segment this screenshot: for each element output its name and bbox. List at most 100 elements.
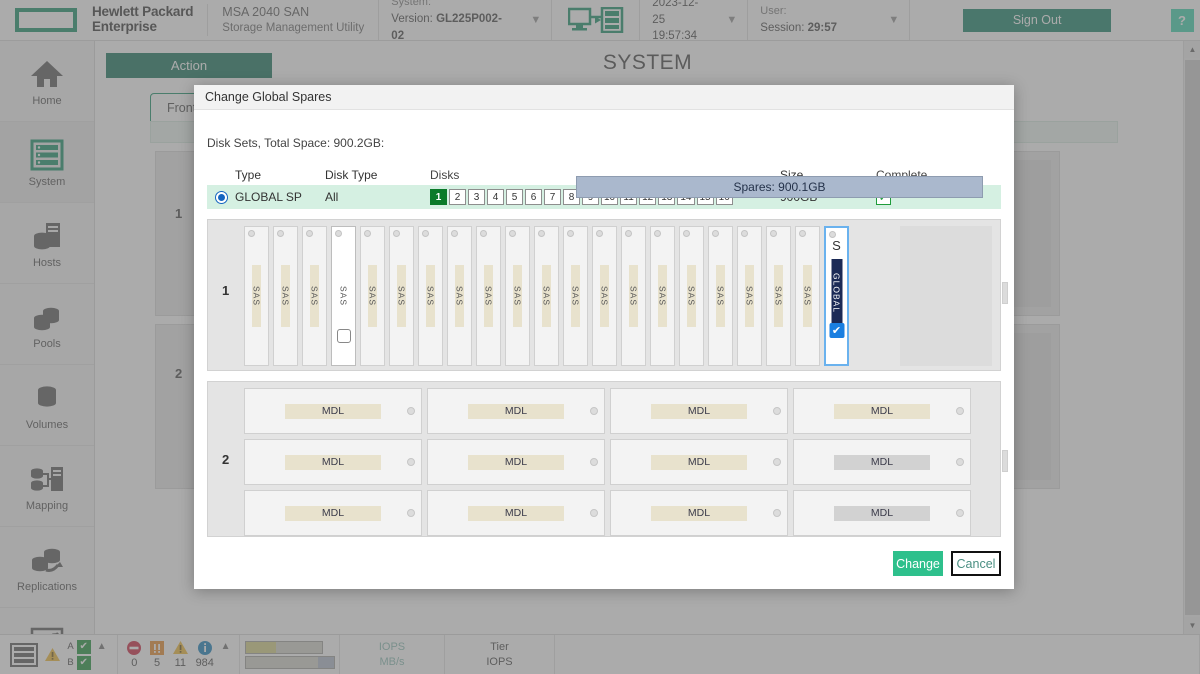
drive-slot-10[interactable]: SAS	[505, 226, 530, 366]
radio-selected-icon[interactable]	[214, 190, 228, 204]
drive-slot-mdl-2-1[interactable]: MDL	[244, 439, 422, 485]
disk-chip-5[interactable]: 5	[506, 189, 523, 205]
event-info[interactable]: 984	[196, 640, 214, 669]
drive-slot-8[interactable]: SAS	[447, 226, 472, 366]
drive-type-label: SAS	[338, 285, 349, 306]
sidebar-item-home[interactable]: Home	[0, 41, 94, 122]
drive-slot-mdl-3-4[interactable]: MDL	[793, 490, 971, 536]
drive-type-label: SAS	[541, 285, 552, 306]
sidebar-item-system[interactable]: System	[0, 122, 94, 203]
drive-led-icon	[799, 230, 806, 237]
chevron-down-icon[interactable]: ▼	[710, 14, 737, 26]
capacity-cell[interactable]	[240, 635, 340, 674]
drive-slot-mdl-1-2[interactable]: MDL	[427, 388, 605, 434]
scrollbar-thumb[interactable]	[1185, 60, 1200, 615]
sidebar-item-replications[interactable]: Replications	[0, 527, 94, 608]
scroll-up-icon[interactable]: ▲	[1184, 41, 1200, 58]
drive-slot-9[interactable]: SAS	[476, 226, 501, 366]
drive-spare-checkbox[interactable]: ✔	[829, 323, 844, 338]
page-scrollbar[interactable]: ▲ ▼	[1183, 41, 1200, 634]
disk-chip-6[interactable]: 6	[525, 189, 542, 205]
drive-slot-20[interactable]: SAS	[795, 226, 820, 366]
sidebar-item-mapping[interactable]: Mapping	[0, 446, 94, 527]
help-icon[interactable]: ?	[1170, 8, 1194, 32]
sign-out-button[interactable]: Sign Out	[963, 8, 1112, 32]
datetime-dropdown[interactable]: 2023-12-25 19:57:34 ▼	[639, 0, 747, 42]
dialog-footer: Change Cancel	[893, 551, 1001, 576]
drive-slot-mdl-3-2[interactable]: MDL	[427, 490, 605, 536]
controller-status-cell[interactable]: A ✔ B ✔ ▲	[0, 635, 118, 674]
drive-slot-2[interactable]: SAS	[273, 226, 298, 366]
event-caution[interactable]: 11	[172, 640, 189, 669]
drive-led-icon	[480, 230, 487, 237]
drive-led-icon	[773, 407, 781, 415]
sidebar-item-volumes[interactable]: Volumes	[0, 365, 94, 446]
change-button[interactable]: Change	[893, 551, 943, 576]
drive-slot-12[interactable]: SAS	[563, 226, 588, 366]
drive-slot-mdl-3-3[interactable]: MDL	[610, 490, 788, 536]
tier-label-line2: IOPS	[486, 655, 513, 668]
capacity-used-a	[245, 641, 276, 653]
drive-slot-21[interactable]: S GLOBAL ✔	[824, 226, 849, 366]
drive-slot-mdl-1-1[interactable]: MDL	[244, 388, 422, 434]
drive-slot-mdl-1-4[interactable]: MDL	[793, 388, 971, 434]
drive-type-bar: MDL	[285, 505, 381, 521]
chevron-up-icon[interactable]: ▲	[221, 641, 231, 652]
drive-led-icon	[306, 230, 313, 237]
sidebar-item-pools[interactable]: Pools	[0, 284, 94, 365]
enclosure-2: 2 MDL MDL MDL MDL MDL MDL MDL MDL MDL MDL MDL MDL	[207, 381, 1008, 537]
drive-slot-1[interactable]: SAS	[244, 226, 269, 366]
disk-chip-2[interactable]: 2	[449, 189, 466, 205]
drive-slot-15[interactable]: SAS	[650, 226, 675, 366]
chevron-up-icon[interactable]: ▲	[97, 641, 107, 652]
chevron-down-icon[interactable]: ▼	[872, 14, 899, 26]
drive-slot-19[interactable]: SAS	[766, 226, 791, 366]
disk-chip-1[interactable]: 1	[430, 189, 447, 205]
drive-slot-11[interactable]: SAS	[534, 226, 559, 366]
drive-slot-mdl-2-3[interactable]: MDL	[610, 439, 788, 485]
drive-slot-18[interactable]: SAS	[737, 226, 762, 366]
sidebar-item-hosts[interactable]: Hosts	[0, 203, 94, 284]
drive-slot-mdl-2-4[interactable]: MDL	[793, 439, 971, 485]
scroll-down-icon[interactable]: ▼	[1184, 617, 1200, 634]
enclosure-1-empty-area	[900, 226, 992, 366]
drive-slot-7[interactable]: SAS	[418, 226, 443, 366]
drive-slot-mdl-3-1[interactable]: MDL	[244, 490, 422, 536]
event-counts-cell[interactable]: 0 5 11 984 ▲	[118, 635, 240, 674]
drive-type-label: SAS	[570, 285, 581, 306]
disk-sets-row: Disk Sets, Total Space: 900.2GB:	[207, 132, 1001, 154]
drive-slot-14[interactable]: SAS	[621, 226, 646, 366]
chevron-down-icon[interactable]: ▼	[514, 14, 541, 26]
drive-led-icon	[407, 407, 415, 415]
warning-icon	[150, 641, 165, 655]
enclosure-2-row-1: MDL MDL MDL MDL	[244, 388, 971, 434]
tier-iops-cell[interactable]: Tier IOPS	[445, 635, 555, 674]
drive-type-label: SAS	[802, 285, 813, 306]
user-session-dropdown[interactable]: User: Session: 29:57 ▼	[747, 0, 909, 40]
row-radio[interactable]	[207, 190, 235, 204]
enclosure-1-label: 1	[222, 283, 230, 298]
drive-select-checkbox[interactable]	[336, 329, 351, 343]
capacity-free-a	[275, 641, 322, 653]
event-error[interactable]: 0	[126, 640, 142, 669]
drive-slot-3[interactable]: SAS	[302, 226, 327, 366]
enclosure-2-label: 2	[222, 452, 230, 467]
disk-chip-7[interactable]: 7	[544, 189, 561, 205]
system-info-dropdown[interactable]: System: Version: GL225P002-02 ▼	[378, 0, 551, 42]
disk-chip-3[interactable]: 3	[468, 189, 485, 205]
drive-slot-mdl-1-3[interactable]: MDL	[610, 388, 788, 434]
drive-led-icon	[770, 230, 777, 237]
enclosure-icon	[10, 642, 39, 667]
drive-slot-4[interactable]: SAS	[331, 226, 356, 366]
drive-slot-13[interactable]: SAS	[592, 226, 617, 366]
cancel-button[interactable]: Cancel	[951, 551, 1001, 576]
drive-slot-17[interactable]: SAS	[708, 226, 733, 366]
drive-slot-5[interactable]: SAS	[360, 226, 385, 366]
drive-led-icon	[335, 230, 342, 237]
drive-slot-6[interactable]: SAS	[389, 226, 414, 366]
iops-cell[interactable]: IOPS MB/s	[340, 635, 445, 674]
event-warning[interactable]: 5	[149, 640, 165, 669]
drive-slot-16[interactable]: SAS	[679, 226, 704, 366]
disk-chip-4[interactable]: 4	[487, 189, 504, 205]
drive-slot-mdl-2-2[interactable]: MDL	[427, 439, 605, 485]
